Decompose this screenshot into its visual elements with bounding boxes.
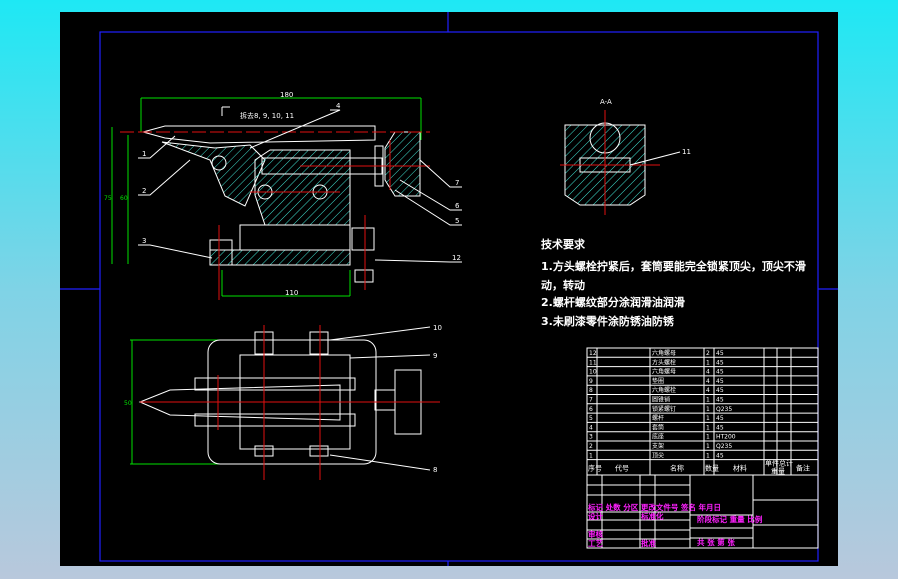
technical-requirements: 技术要求 1.方头螺栓拧紧后，套筒要能完全锁紧顶尖，顶尖不滑 动，转动 2.螺杆… — [541, 237, 806, 328]
parts-cell: 1 — [589, 452, 593, 459]
parts-header-name: 名称 — [670, 464, 684, 473]
revision-row: 标记 处数 分区 更改文件号 签名 年月日 — [587, 502, 721, 512]
drawing-frame — [60, 12, 838, 566]
top-view: 50 10 9 8 — [124, 324, 442, 480]
leader-5: 5 — [455, 217, 459, 225]
parts-cell: 套筒 — [652, 423, 664, 431]
parts-cell: 1 — [706, 406, 710, 413]
leader-12: 12 — [452, 254, 461, 262]
section-aa-view: A-A 11 — [560, 98, 691, 215]
parts-header-code: 代号 — [615, 464, 629, 473]
parts-cell: 螺杆 — [652, 414, 664, 422]
design-label: 设计 — [588, 511, 603, 521]
parts-header-unit: 单件 — [765, 459, 779, 468]
parts-cell: 3 — [589, 434, 593, 441]
standard-label: 标准化 — [640, 511, 664, 521]
parts-cell: 六角螺母 — [652, 368, 676, 376]
parts-cell: 45 — [716, 369, 724, 376]
parts-cell: 2 — [706, 350, 710, 357]
parts-cell: 顶尖 — [652, 451, 664, 459]
leader-9: 9 — [433, 352, 437, 360]
parts-cell: 11 — [589, 359, 597, 366]
front-view — [111, 97, 462, 300]
parts-cell: 2 — [589, 443, 593, 450]
stage-row: 阶段标记 重量 比例 — [697, 514, 763, 524]
parts-cell: 45 — [716, 387, 724, 394]
section-note: 拆去8, 9, 10, 11 — [240, 111, 294, 120]
parts-cell: 方头螺栓 — [652, 358, 676, 366]
leader-4: 4 — [336, 102, 341, 110]
tech-line-1-cont: 动，转动 — [541, 278, 585, 292]
parts-cell: 六角螺母 — [652, 349, 676, 357]
parts-cell: 9 — [589, 378, 593, 385]
leader-7: 7 — [455, 179, 459, 187]
parts-list: 12 六角螺母 2 4511 方头螺栓 1 4510 六角螺母 4 459 垫圈 4 458 六角螺栓 4 4… — [586, 347, 819, 476]
parts-cell: 45 — [716, 397, 724, 404]
parts-cell: 12 — [589, 350, 597, 357]
parts-cell: 4 — [706, 369, 710, 376]
parts-cell: 45 — [716, 359, 724, 366]
parts-cell: 6 — [589, 406, 593, 413]
title-block: 标记 处数 分区 更改文件号 签名 年月日 设计 标准化 审核 工艺 批准 阶段… — [586, 474, 819, 549]
leader-11: 11 — [682, 148, 691, 156]
parts-cell: 4 — [706, 387, 710, 394]
parts-cell: 8 — [589, 387, 593, 394]
drawing-svg: 180 75 60 110 拆去8, 9, 10, 11 1 2 3 4 7 6… — [60, 12, 838, 566]
parts-header-weight: 重量 — [771, 468, 785, 476]
tech-line-3: 3.未刷漆零件涂防锈油防锈 — [541, 314, 675, 328]
parts-header-qty: 数量 — [705, 464, 719, 473]
leader-10: 10 — [433, 324, 442, 332]
leader-3: 3 — [142, 237, 146, 245]
parts-header-material: 材料 — [733, 464, 747, 473]
parts-cell: 7 — [589, 397, 593, 404]
parts-cell: 六角螺栓 — [652, 386, 676, 394]
leader-8: 8 — [433, 466, 437, 474]
parts-cell: 1 — [706, 424, 710, 431]
parts-cell: 1 — [706, 452, 710, 459]
parts-cell: Q235 — [716, 406, 732, 413]
parts-cell: 4 — [589, 424, 593, 431]
section-label: A-A — [600, 98, 612, 106]
tech-line-2: 2.螺杆螺纹部分涂润滑油润滑 — [541, 295, 685, 309]
approve-label: 批准 — [641, 538, 656, 548]
parts-cell: 1 — [706, 443, 710, 450]
parts-cell: HT200 — [716, 434, 736, 441]
parts-cell: 底座 — [652, 433, 664, 441]
parts-header-total: 总计 — [779, 459, 793, 468]
process-label: 工艺 — [588, 538, 603, 548]
parts-cell: 45 — [716, 378, 724, 385]
parts-cell: 锁紧螺钉 — [652, 405, 676, 413]
dim-top-length: 180 — [280, 91, 293, 99]
parts-cell: 10 — [589, 369, 597, 376]
tech-line-1: 1.方头螺栓拧紧后，套筒要能完全锁紧顶尖，顶尖不滑 — [541, 259, 806, 273]
parts-cell: 圆锥销 — [652, 396, 670, 404]
parts-header-no: 序号 — [588, 464, 602, 473]
dim-left-inner: 60 — [120, 195, 128, 202]
tech-title: 技术要求 — [541, 237, 586, 251]
parts-cell: 45 — [716, 424, 724, 431]
parts-cell: 5 — [589, 415, 593, 422]
parts-cell: 1 — [706, 434, 710, 441]
parts-cell: 垫圈 — [652, 377, 664, 385]
sheets-row: 共 张 第 张 — [697, 537, 735, 547]
parts-header-note: 备注 — [796, 464, 810, 473]
dim-plan-height: 50 — [124, 400, 132, 407]
parts-cell: 4 — [706, 378, 710, 385]
cad-drawing-canvas[interactable]: 180 75 60 110 拆去8, 9, 10, 11 1 2 3 4 7 6… — [60, 12, 838, 566]
leader-6: 6 — [455, 202, 460, 210]
leader-2: 2 — [142, 187, 146, 195]
parts-cell: 45 — [716, 350, 724, 357]
parts-cell: 1 — [706, 359, 710, 366]
dim-left-height: 75 — [104, 195, 112, 202]
parts-cell: 1 — [706, 397, 710, 404]
dim-bottom-length: 110 — [285, 289, 298, 297]
parts-cell: 45 — [716, 452, 724, 459]
parts-cell: 支架 — [652, 442, 664, 450]
parts-cell: Q235 — [716, 443, 732, 450]
parts-cell: 1 — [706, 415, 710, 422]
parts-cell: 45 — [716, 415, 724, 422]
review-label: 审核 — [588, 529, 603, 539]
leader-1: 1 — [142, 150, 146, 158]
